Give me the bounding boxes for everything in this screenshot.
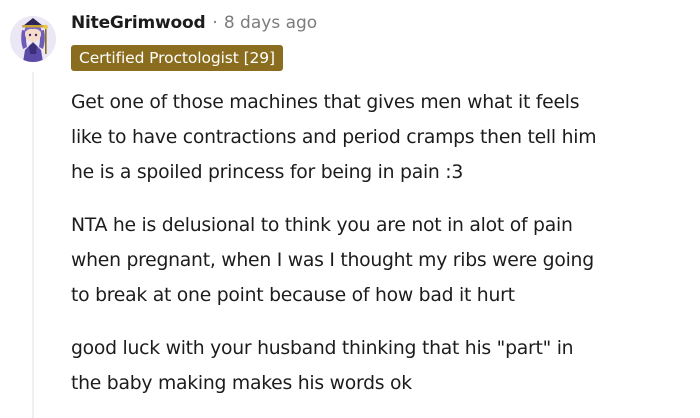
username-link[interactable]: NiteGrimwood <box>71 13 206 33</box>
comment-paragraph: good luck with your husband thinking tha… <box>71 331 691 401</box>
meta-separator: · <box>212 13 218 33</box>
comment-body: Get one of those machines that gives men… <box>71 85 691 418</box>
comment-paragraph: NTA he is delusional to think you are no… <box>71 208 691 313</box>
user-flair-badge: Certified Proctologist [29] <box>71 45 283 71</box>
comment-text-line: Get one of those machines that gives men… <box>71 92 580 113</box>
user-avatar[interactable] <box>10 16 56 62</box>
comment-paragraph: Get one of those machines that gives men… <box>71 85 691 190</box>
comment-text-line: when pregnant, when I was I thought my r… <box>71 250 594 271</box>
comment-text-line: good luck with your husband thinking tha… <box>71 338 574 359</box>
comment-text-line: NTA he is delusional to think you are no… <box>71 215 573 236</box>
avatar-character-icon <box>10 16 56 62</box>
comment: NiteGrimwood · 8 days ago Certified Proc… <box>0 0 700 418</box>
comment-text-line: the baby making makes his words ok <box>71 373 412 394</box>
comment-text-line: to break at one point because of how bad… <box>71 285 515 306</box>
comment-text-line: like to have contractions and period cra… <box>71 127 597 148</box>
thread-collapse-line[interactable] <box>32 72 34 418</box>
comment-header: NiteGrimwood · 8 days ago <box>71 10 317 36</box>
comment-timestamp[interactable]: 8 days ago <box>224 13 317 33</box>
comment-text-line: he is a spoiled princess for being in pa… <box>71 162 464 183</box>
